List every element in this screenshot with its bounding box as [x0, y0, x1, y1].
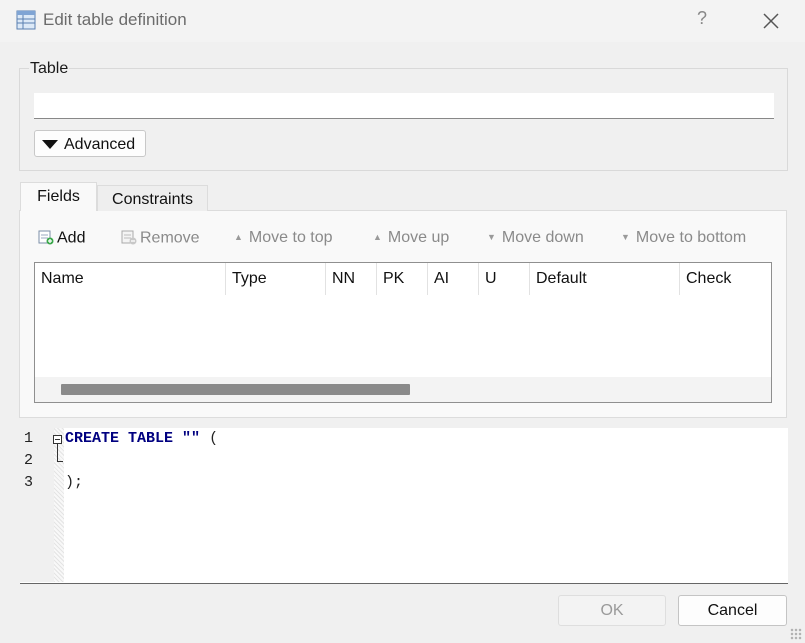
column-header-u[interactable]: U	[479, 263, 530, 295]
sql-paren: (	[209, 430, 219, 447]
move-up-button[interactable]: ▲ Move up	[373, 229, 449, 251]
column-header-default[interactable]: Default	[530, 263, 680, 295]
column-header-ai[interactable]: AI	[428, 263, 479, 295]
sql-line-3: );	[65, 474, 84, 491]
scrollbar-thumb[interactable]	[61, 384, 410, 395]
column-header-nn[interactable]: NN	[326, 263, 377, 295]
move-to-bottom-button[interactable]: ▼ Move to bottom	[621, 229, 746, 251]
fold-margin	[54, 428, 64, 582]
line-number: 2	[24, 452, 34, 469]
move-to-bottom-icon: ▼	[621, 232, 630, 242]
close-button[interactable]	[756, 6, 786, 36]
sql-string: ""	[182, 430, 201, 447]
tab-fields[interactable]: Fields	[20, 182, 97, 211]
sql-preview-editor[interactable]: 1 2 3 CREATE TABLE "" ( );	[20, 428, 788, 584]
resize-grip-icon[interactable]	[790, 628, 802, 640]
tab-constraints[interactable]: Constraints	[97, 185, 208, 211]
remove-field-icon	[121, 229, 137, 248]
fold-line	[57, 444, 58, 461]
title-bar: Edit table definition ?	[0, 0, 805, 42]
window-title: Edit table definition	[43, 10, 187, 29]
line-number-gutter: 1 2 3	[20, 428, 54, 582]
column-header-type[interactable]: Type	[226, 263, 326, 295]
move-up-icon: ▲	[373, 232, 382, 242]
column-header-name[interactable]: Name	[35, 263, 226, 295]
ok-button[interactable]: OK	[558, 595, 666, 626]
line-number: 1	[24, 430, 34, 447]
move-to-top-icon: ▲	[234, 232, 243, 242]
table-name-input[interactable]	[34, 93, 774, 119]
advanced-label: Advanced	[64, 136, 136, 153]
move-to-bottom-label: Move to bottom	[635, 229, 747, 246]
add-field-icon	[38, 229, 54, 248]
expand-triangle-icon	[42, 140, 58, 149]
fields-grid[interactable]: Name Type NN PK AI U Default Check	[34, 262, 772, 403]
sql-keyword: CREATE TABLE	[65, 430, 174, 447]
move-to-top-label: Move to top	[248, 229, 333, 246]
move-to-top-button[interactable]: ▲ Move to top	[234, 229, 333, 251]
help-button[interactable]: ?	[690, 8, 714, 34]
table-icon	[16, 10, 36, 30]
tab-fields-label: Fields	[37, 188, 80, 205]
line-number: 3	[24, 474, 34, 491]
move-up-label: Move up	[387, 229, 450, 246]
close-icon	[763, 13, 779, 29]
remove-field-button[interactable]: Remove	[121, 229, 200, 251]
add-label: Add	[57, 229, 86, 247]
fold-end-marker	[57, 461, 63, 462]
fields-grid-header: Name Type NN PK AI U Default Check	[35, 263, 771, 297]
move-down-icon: ▼	[487, 232, 496, 242]
advanced-toggle-button[interactable]: Advanced	[34, 130, 146, 157]
fold-collapse-icon[interactable]	[53, 435, 62, 444]
remove-label: Remove	[140, 229, 200, 247]
cancel-button[interactable]: Cancel	[678, 595, 787, 626]
add-field-button[interactable]: Add	[38, 229, 85, 251]
tab-constraints-label: Constraints	[112, 191, 193, 208]
horizontal-scrollbar[interactable]	[35, 377, 771, 402]
move-down-label: Move down	[501, 229, 584, 246]
move-down-button[interactable]: ▼ Move down	[487, 229, 584, 251]
table-group-label: Table	[29, 60, 70, 78]
column-header-pk[interactable]: PK	[377, 263, 428, 295]
column-header-check[interactable]: Check	[680, 263, 771, 295]
sql-line-1: CREATE TABLE "" (	[65, 430, 218, 447]
